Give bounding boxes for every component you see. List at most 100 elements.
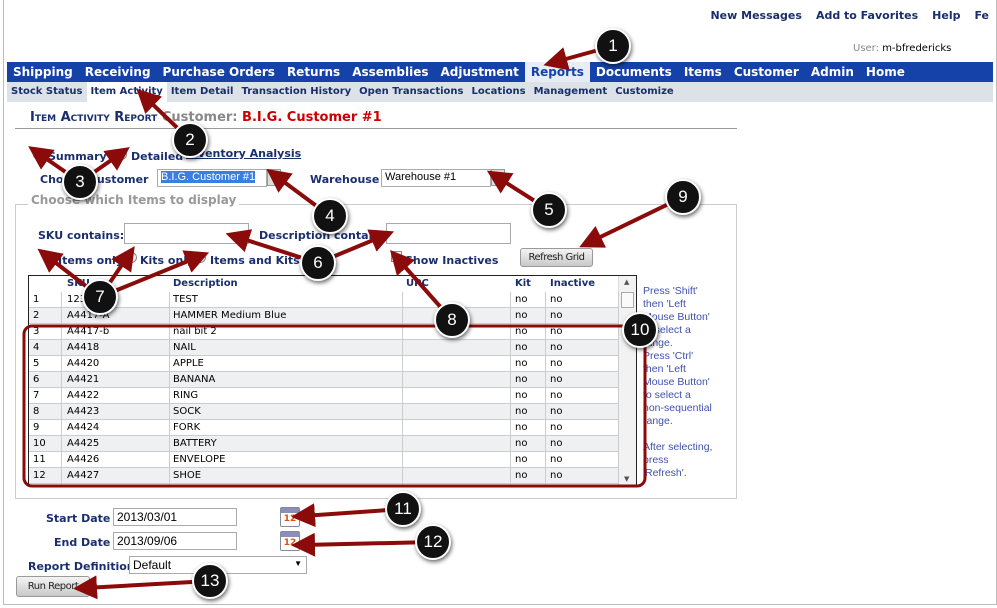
feedback-link[interactable]: Fe bbox=[974, 9, 989, 22]
help-line: Mouse Button' bbox=[643, 376, 710, 388]
table-row[interactable]: 5 A4420 APPLE no no bbox=[29, 356, 619, 372]
nav-purchase-orders[interactable]: Purchase Orders bbox=[157, 62, 281, 82]
annotation-callout-9: 9 bbox=[665, 179, 701, 215]
row-number: 1 bbox=[33, 294, 40, 305]
inactive-cell: no bbox=[550, 342, 563, 353]
customer-dropdown-button[interactable]: ▼ bbox=[267, 169, 281, 186]
grid-scrollbar[interactable]: ▲ ▼ bbox=[618, 276, 636, 485]
annotation-callout-3: 3 bbox=[62, 164, 98, 200]
subnav-stock-status[interactable]: Stock Status bbox=[7, 82, 87, 102]
row-number: 5 bbox=[33, 358, 40, 369]
column-divider bbox=[545, 292, 546, 485]
nav-assemblies[interactable]: Assemblies bbox=[346, 62, 434, 82]
nav-home[interactable]: Home bbox=[860, 62, 911, 82]
items-grid[interactable]: SKU Description UPC Kit Inactive ▲ ▼ 1 12… bbox=[28, 275, 637, 486]
run-report-button[interactable]: Run Report bbox=[16, 576, 90, 597]
nav-items[interactable]: Items bbox=[678, 62, 728, 82]
table-row[interactable]: 11 A4426 ENVELOPE no no bbox=[29, 452, 619, 468]
sub-nav: Stock Status Item Activity Item Detail Tran… bbox=[7, 82, 993, 102]
row-number: 4 bbox=[33, 342, 40, 353]
refresh-grid-button[interactable]: Refresh Grid bbox=[520, 248, 593, 267]
nav-returns[interactable]: Returns bbox=[281, 62, 346, 82]
help-line: 'Refresh'. bbox=[643, 467, 687, 479]
kit-cell: no bbox=[515, 470, 528, 481]
table-row[interactable]: 12 A4427 SHOE no no bbox=[29, 468, 619, 484]
table-row[interactable]: 9 A4424 FORK no no bbox=[29, 420, 619, 436]
new-messages-link[interactable]: New Messages bbox=[710, 9, 801, 22]
help-link[interactable]: Help bbox=[932, 9, 960, 22]
end-date-input[interactable]: 2013/09/06 bbox=[113, 532, 237, 550]
sku-contains-input[interactable] bbox=[124, 223, 249, 244]
subnav-open-transactions[interactable]: Open Transactions bbox=[355, 82, 467, 102]
subnav-locations[interactable]: Locations bbox=[468, 82, 530, 102]
sku-cell: A4426 bbox=[67, 454, 100, 465]
table-row[interactable]: 8 A4423 SOCK no no bbox=[29, 404, 619, 420]
row-number: 7 bbox=[33, 390, 40, 401]
column-divider bbox=[618, 292, 619, 485]
inactive-cell: no bbox=[550, 326, 563, 337]
row-number: 2 bbox=[33, 310, 40, 321]
detailed-radio[interactable] bbox=[116, 149, 127, 160]
summary-radio[interactable] bbox=[33, 149, 44, 160]
sku-cell: A4418 bbox=[67, 342, 100, 353]
inactive-cell: no bbox=[550, 390, 563, 401]
warehouse-dropdown-button[interactable]: ▼ bbox=[491, 169, 505, 186]
description-cell: TEST bbox=[173, 294, 198, 305]
end-date-calendar-icon[interactable]: 12 bbox=[280, 531, 300, 551]
sku-cell: A4427 bbox=[67, 470, 100, 481]
subnav-item-activity[interactable]: Item Activity bbox=[86, 82, 167, 102]
description-cell: nail bit 2 bbox=[173, 326, 217, 337]
title-customer: B.I.G. Customer #1 bbox=[242, 110, 382, 125]
table-row[interactable]: 6 A4421 BANANA no no bbox=[29, 372, 619, 388]
description-cell: ENVELOPE bbox=[173, 454, 226, 465]
row-number: 11 bbox=[33, 454, 46, 465]
description-cell: NAIL bbox=[173, 342, 196, 353]
annotation-callout-4: 4 bbox=[312, 198, 348, 234]
items-only-radio[interactable] bbox=[43, 252, 54, 263]
nav-reports[interactable]: Reports bbox=[524, 62, 590, 82]
customer-select[interactable]: B.I.G. Customer #1 bbox=[157, 169, 267, 187]
table-row[interactable]: 2 A4417-A HAMMER Medium Blue no no bbox=[29, 308, 619, 324]
kit-cell: no bbox=[515, 342, 528, 353]
inactive-cell: no bbox=[550, 310, 563, 321]
inactive-cell: no bbox=[550, 294, 563, 305]
user-name: m-bfredericks bbox=[882, 43, 952, 54]
annotation-callout-12: 12 bbox=[415, 524, 451, 560]
subnav-transaction-history[interactable]: Transaction History bbox=[237, 82, 355, 102]
inactive-cell: no bbox=[550, 422, 563, 433]
subnav-item-detail[interactable]: Item Detail bbox=[167, 82, 238, 102]
inactive-cell: no bbox=[550, 454, 563, 465]
kits-only-radio[interactable] bbox=[126, 252, 137, 263]
start-date-input[interactable]: 2013/03/01 bbox=[113, 508, 237, 526]
description-cell: RING bbox=[173, 390, 199, 401]
description-contains-input[interactable] bbox=[386, 223, 511, 244]
table-row[interactable]: 3 A4417-b nail bit 2 no no bbox=[29, 324, 619, 340]
start-date-calendar-icon[interactable]: 12 bbox=[280, 507, 300, 527]
warehouse-select[interactable]: Warehouse #1 bbox=[381, 169, 491, 187]
kit-cell: no bbox=[515, 326, 528, 337]
help-line: then 'Left bbox=[643, 298, 686, 310]
subnav-customize[interactable]: Customize bbox=[611, 82, 678, 102]
sku-cell: A4420 bbox=[67, 358, 100, 369]
show-inactives-checkbox[interactable] bbox=[391, 251, 402, 262]
nav-documents[interactable]: Documents bbox=[590, 62, 678, 82]
nav-adjustment[interactable]: Adjustment bbox=[435, 62, 525, 82]
nav-receiving[interactable]: Receiving bbox=[79, 62, 157, 82]
annotation-callout-1: 1 bbox=[595, 28, 631, 64]
items-and-kits-radio[interactable] bbox=[195, 252, 206, 263]
add-to-favorites-link[interactable]: Add to Favorites bbox=[816, 9, 918, 22]
table-row[interactable]: 4 A4418 NAIL no no bbox=[29, 340, 619, 356]
nav-customer[interactable]: Customer bbox=[728, 62, 805, 82]
nav-admin[interactable]: Admin bbox=[805, 62, 860, 82]
help-line bbox=[643, 428, 738, 441]
row-number: 12 bbox=[33, 470, 46, 481]
table-row[interactable]: 7 A4422 RING no no bbox=[29, 388, 619, 404]
nav-shipping[interactable]: Shipping bbox=[7, 62, 79, 82]
table-row[interactable]: 10 A4425 BATTERY no no bbox=[29, 436, 619, 452]
scrollbar-thumb[interactable] bbox=[621, 292, 634, 308]
annotation-callout-8: 8 bbox=[434, 302, 470, 338]
inactive-cell: no bbox=[550, 470, 563, 481]
page-title: Item Activity Report Customer: B.I.G. Cu… bbox=[30, 110, 382, 125]
annotation-callout-2: 2 bbox=[172, 122, 208, 158]
subnav-management[interactable]: Management bbox=[530, 82, 612, 102]
